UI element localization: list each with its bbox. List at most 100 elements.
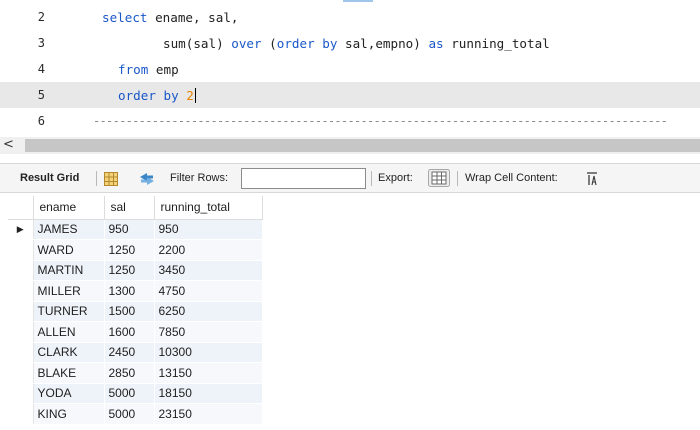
- cell-running-total[interactable]: 10300: [154, 342, 263, 363]
- cell-ename[interactable]: MARTIN: [33, 260, 105, 281]
- refresh-icon[interactable]: [138, 171, 156, 190]
- export-label: Export:: [378, 172, 413, 184]
- cell-running-total[interactable]: 4750: [154, 280, 263, 302]
- toolbar-separator: [371, 171, 372, 186]
- cell-ename[interactable]: ALLEN: [33, 321, 105, 343]
- row-selector[interactable]: [8, 383, 34, 404]
- cell-ename[interactable]: KING: [33, 403, 105, 425]
- code-line[interactable]: 4 from emp: [0, 56, 700, 82]
- cell-sal[interactable]: 1250: [104, 239, 155, 261]
- row-selector[interactable]: ▶: [8, 219, 34, 240]
- cell-sal[interactable]: 1250: [104, 260, 155, 281]
- cell-sal[interactable]: 5000: [104, 383, 155, 404]
- row-selector[interactable]: [8, 362, 34, 384]
- cell-running-total[interactable]: 6250: [154, 301, 263, 322]
- horizontal-scrollbar[interactable]: <: [0, 137, 700, 154]
- sql-text: running_total: [443, 36, 550, 51]
- cell-ename[interactable]: WARD: [33, 239, 105, 261]
- code-line[interactable]: 3 sum(sal) over (order by sal,empno) as …: [0, 30, 700, 56]
- table-row[interactable]: MILLER 1300 4750: [8, 280, 263, 302]
- line-number: 4: [37, 62, 45, 76]
- code-line-current[interactable]: 5 order by 2: [0, 82, 700, 108]
- column-header-ename[interactable]: ename: [33, 196, 105, 220]
- table-row[interactable]: TURNER 1500 6250: [8, 301, 263, 322]
- cell-sal[interactable]: 5000: [104, 403, 155, 425]
- cell-ename[interactable]: BLAKE: [33, 362, 105, 384]
- cell-sal[interactable]: 1600: [104, 321, 155, 343]
- column-header-sal[interactable]: sal: [104, 196, 155, 220]
- cell-sal[interactable]: 950: [104, 219, 155, 240]
- row-selector[interactable]: [8, 280, 34, 302]
- cell-ename[interactable]: YODA: [33, 383, 105, 404]
- cell-running-total[interactable]: 2200: [154, 239, 263, 261]
- line-number: 6: [37, 114, 45, 128]
- code-text[interactable]: select ename, sal,: [102, 10, 239, 25]
- cell-ename[interactable]: JAMES: [33, 219, 105, 240]
- line-number: 5: [37, 88, 45, 102]
- table-row[interactable]: ALLEN 1600 7850: [8, 321, 263, 343]
- row-selector[interactable]: [8, 403, 34, 425]
- cell-ename[interactable]: MILLER: [33, 280, 105, 302]
- result-grid[interactable]: ename sal running_total ▶ JAMES 950 950 WARD…: [8, 196, 263, 425]
- cell-sal[interactable]: 2850: [104, 362, 155, 384]
- code-text[interactable]: order by 2: [118, 88, 196, 103]
- sql-keyword: order by: [276, 36, 338, 51]
- row-selector[interactable]: [8, 342, 34, 363]
- cell-running-total[interactable]: 18150: [154, 383, 263, 404]
- sql-keyword: from: [118, 62, 149, 77]
- code-line[interactable]: 2 select ename, sal,: [0, 4, 700, 30]
- sql-text: emp: [148, 62, 179, 77]
- table-row[interactable]: WARD 1250 2200: [8, 239, 263, 261]
- filter-rows-label: Filter Rows:: [170, 172, 229, 184]
- column-header-running-total[interactable]: running_total: [154, 196, 263, 220]
- sql-text: ename, sal,: [147, 10, 239, 25]
- grid-header-row: ename sal running_total: [8, 196, 263, 220]
- wrap-cell-content-label: Wrap Cell Content:: [465, 172, 558, 184]
- sql-keyword: as: [428, 36, 444, 51]
- sql-keyword: select: [102, 10, 148, 25]
- editor-top-marker: [343, 0, 373, 2]
- cell-running-total[interactable]: 950: [154, 219, 263, 240]
- cell-running-total[interactable]: 7850: [154, 321, 263, 343]
- row-selector[interactable]: [8, 260, 34, 281]
- code-text[interactable]: sum(sal) over (order by sal,empno) as ru…: [163, 36, 550, 51]
- line-number: 3: [37, 36, 45, 50]
- cell-ename[interactable]: TURNER: [33, 301, 105, 322]
- cell-running-total[interactable]: 3450: [154, 260, 263, 281]
- row-selector[interactable]: [8, 239, 34, 261]
- result-toolbar: Result Grid Filter Rows: Export: Wrap Ce…: [0, 163, 700, 193]
- line-number: 2: [37, 10, 45, 24]
- cell-running-total[interactable]: 23150: [154, 403, 263, 425]
- row-header-corner: [8, 196, 34, 220]
- grid-view-icon[interactable]: [104, 171, 118, 190]
- code-text[interactable]: from emp: [118, 62, 179, 77]
- scroll-left-button[interactable]: <: [0, 137, 17, 154]
- table-row[interactable]: CLARK 2450 10300: [8, 342, 263, 363]
- cell-sal[interactable]: 2450: [104, 342, 155, 363]
- current-row-marker-icon: ▶: [16, 223, 24, 234]
- scrollbar-thumb[interactable]: [25, 139, 700, 152]
- toolbar-separator: [457, 171, 458, 186]
- sql-text: sum(sal): [163, 36, 232, 51]
- filter-rows-input[interactable]: [241, 168, 366, 189]
- sql-editor[interactable]: 2 select ename, sal, 3 sum(sal) over (or…: [0, 0, 700, 134]
- sql-text: sal,empno): [337, 36, 429, 51]
- table-row[interactable]: YODA 5000 18150: [8, 383, 263, 404]
- sql-text: (: [261, 36, 277, 51]
- row-selector[interactable]: [8, 301, 34, 322]
- table-row[interactable]: MARTIN 1250 3450: [8, 260, 263, 281]
- sql-number: 2: [186, 88, 194, 103]
- text-caret: [194, 88, 196, 103]
- row-selector[interactable]: [8, 321, 34, 343]
- table-row[interactable]: ▶ JAMES 950 950: [8, 219, 263, 240]
- cell-sal[interactable]: 1500: [104, 301, 155, 322]
- statement-separator: ----------------------------------------…: [93, 114, 668, 128]
- cell-ename[interactable]: CLARK: [33, 342, 105, 363]
- cell-running-total[interactable]: 13150: [154, 362, 263, 384]
- export-icon[interactable]: [428, 169, 450, 191]
- table-row[interactable]: KING 5000 23150: [8, 403, 263, 425]
- cell-sal[interactable]: 1300: [104, 280, 155, 302]
- wrap-icon[interactable]: [586, 171, 598, 190]
- result-grid-tab[interactable]: Result Grid: [20, 164, 79, 192]
- table-row[interactable]: BLAKE 2850 13150: [8, 362, 263, 384]
